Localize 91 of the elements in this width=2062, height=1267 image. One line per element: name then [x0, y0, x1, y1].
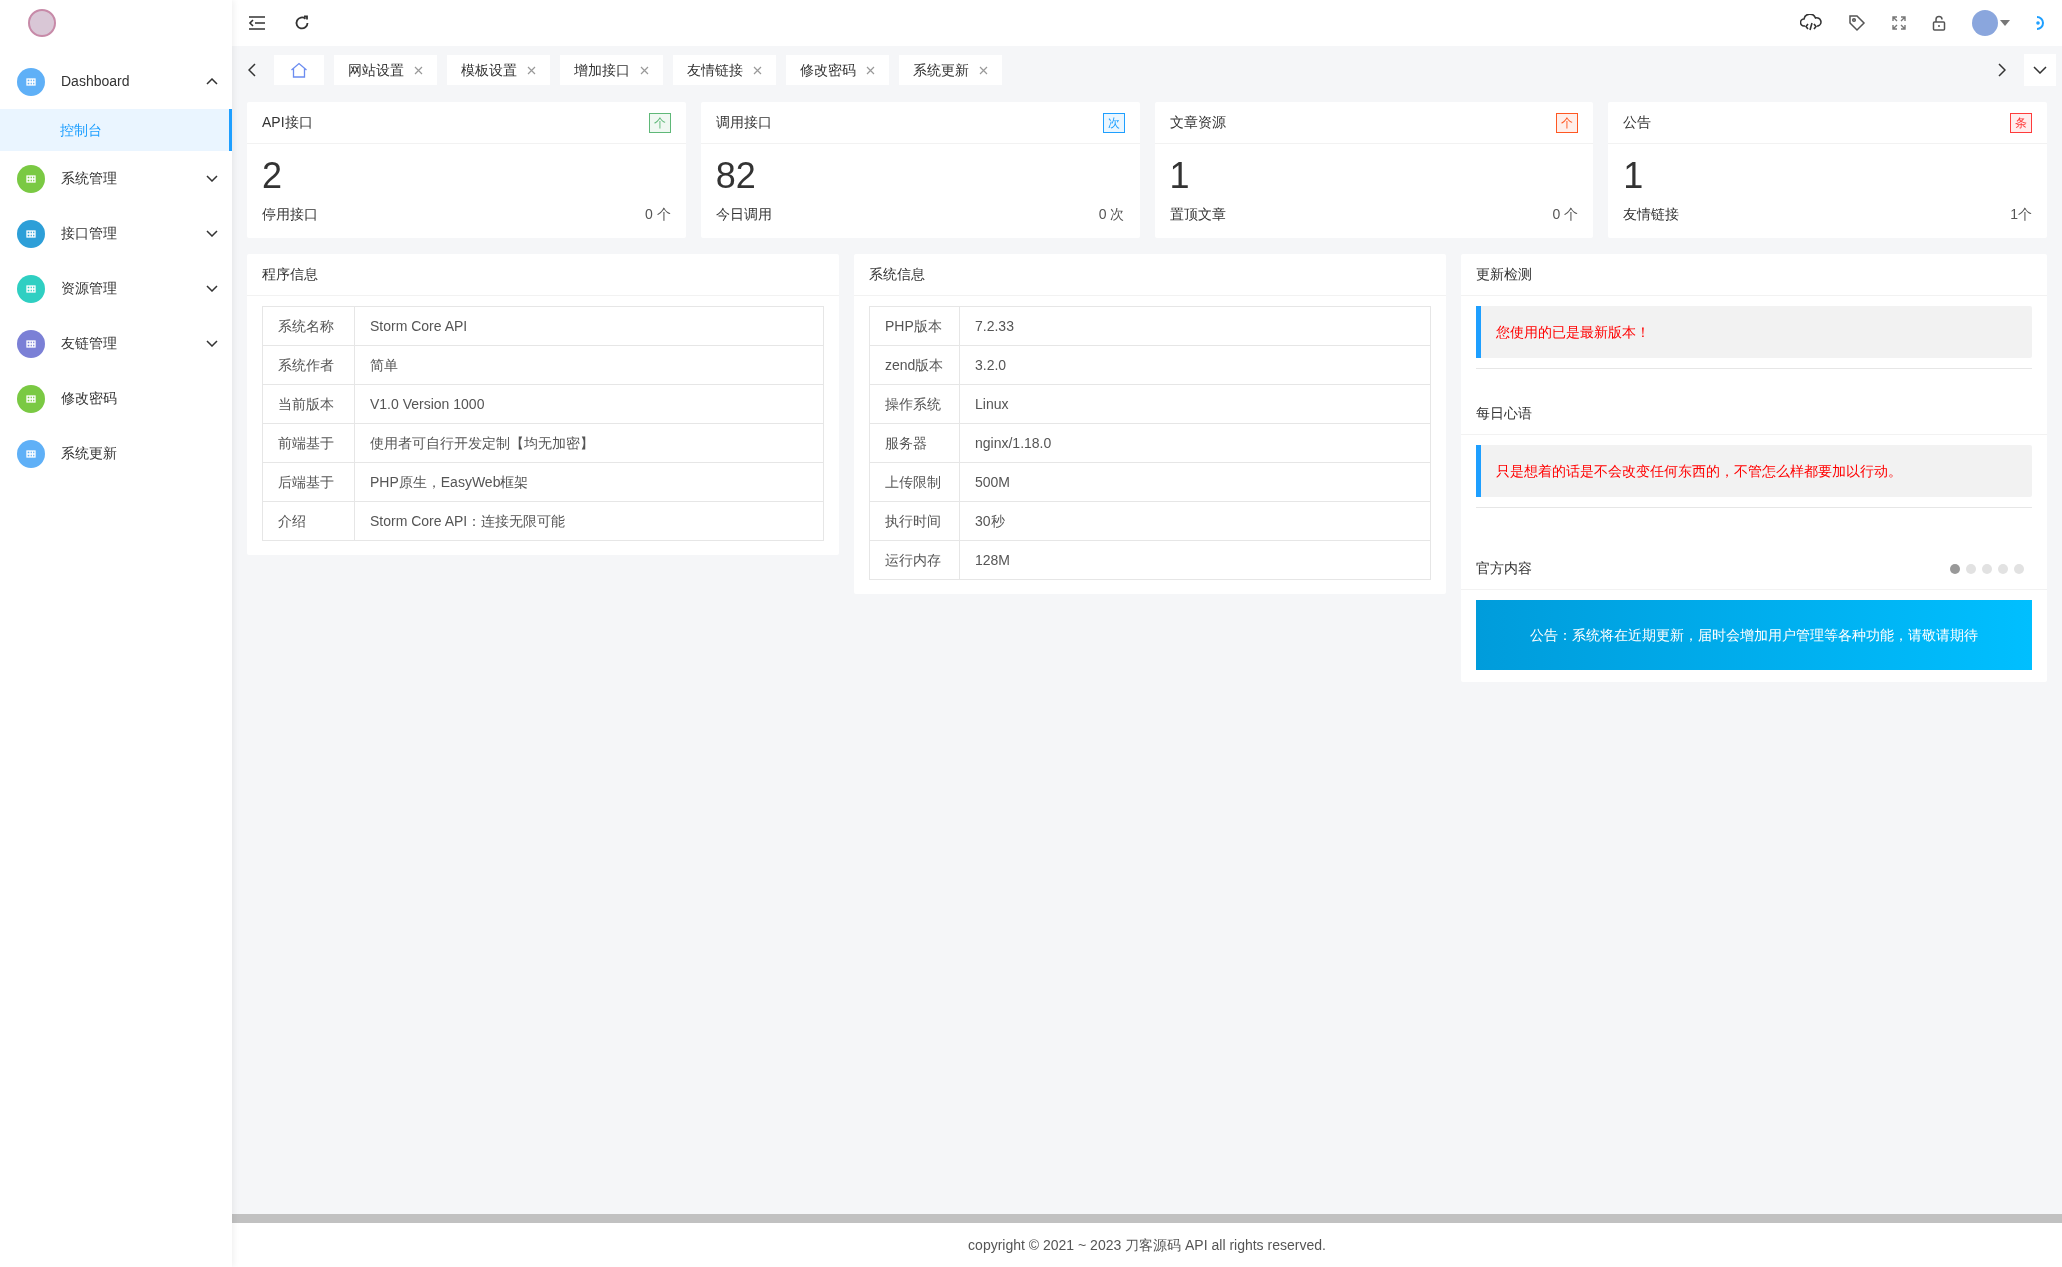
- table-cell: PHP版本: [869, 306, 960, 346]
- unit-badge: 次: [1102, 112, 1125, 133]
- table-cell: 运行内存: [869, 540, 960, 580]
- card-title: API接口: [262, 113, 313, 132]
- sidebar-item[interactable]: Dashboard: [0, 54, 232, 109]
- table-cell: 128M: [959, 540, 1431, 580]
- stat-count: 0 次: [1098, 205, 1125, 224]
- scroll-left-icon[interactable]: [248, 63, 256, 77]
- table-cell: 使用者可自行开发定制【均无加密】: [354, 423, 824, 463]
- tab[interactable]: 模板设置: [447, 55, 550, 85]
- table-cell: 系统名称: [262, 306, 355, 346]
- table-cell: 介绍: [262, 501, 355, 541]
- stat-caption: 今日调用: [715, 205, 772, 224]
- horizontal-scrollbar[interactable]: [232, 1214, 2062, 1223]
- table-cell: 简单: [354, 345, 824, 385]
- unit-badge: 个: [1556, 112, 1579, 133]
- table-cell: 执行时间: [869, 501, 960, 541]
- sidebar-item[interactable]: 修改密码: [0, 371, 232, 426]
- unit-badge: 条: [2010, 112, 2032, 133]
- card-title: 公告: [1623, 113, 1652, 132]
- stat-count: 1个: [2010, 205, 2032, 224]
- close-icon[interactable]: [979, 65, 988, 75]
- stat-value: 2: [262, 154, 284, 198]
- table-cell: 后端基于: [262, 462, 355, 502]
- stat-value: 82: [715, 154, 757, 198]
- scroll-right-icon[interactable]: [1998, 63, 2006, 77]
- notice-quote: 只是想着的话是不会改变任何东西的，不管怎么样都要加以行动。: [1476, 445, 2032, 497]
- sidebar-item[interactable]: 系统管理: [0, 151, 232, 206]
- table-cell: 500M: [959, 462, 1431, 502]
- lock-icon[interactable]: [1932, 15, 1946, 31]
- copyright-text: copyright © 2021 ~ 2023 刀客源码 API all rights reserved.: [968, 1235, 1326, 1255]
- table-cell: 前端基于: [262, 423, 355, 463]
- stat-caption: 停用接口: [262, 205, 318, 224]
- close-icon[interactable]: [414, 65, 423, 75]
- unit-badge: 个: [648, 112, 671, 133]
- chevron-down-icon: [2033, 66, 2047, 74]
- table-cell: 上传限制: [869, 462, 960, 502]
- panel-title: 每日心语: [1476, 404, 1532, 423]
- panel-title: 程序信息: [262, 265, 318, 284]
- more-icon[interactable]: [2036, 15, 2044, 31]
- menu-collapse-icon[interactable]: [248, 15, 266, 31]
- card-title: 文章资源: [1169, 113, 1226, 132]
- table-cell: zend版本: [869, 345, 960, 385]
- tab[interactable]: 友情链接: [673, 55, 776, 85]
- panel-title: 更新检测: [1476, 265, 1532, 284]
- sidebar-item[interactable]: 友链管理: [0, 316, 232, 371]
- tab[interactable]: 修改密码: [786, 55, 889, 85]
- table-cell: Linux: [959, 384, 1431, 424]
- cloud-code-icon[interactable]: [1800, 14, 1822, 32]
- table-cell: 30秒: [959, 501, 1431, 541]
- stat-caption: 置顶文章: [1169, 205, 1226, 224]
- panel-title: 官方内容: [1476, 559, 1532, 578]
- logo-avatar[interactable]: [28, 9, 56, 37]
- stat-count: 0 个: [645, 205, 671, 224]
- table-cell: 操作系统: [869, 384, 960, 424]
- caret-icon[interactable]: [2000, 20, 2010, 26]
- table-cell: nginx/1.18.0: [959, 423, 1431, 463]
- stat-caption: 友情链接: [1623, 205, 1680, 224]
- fullscreen-icon[interactable]: [1892, 16, 1906, 30]
- tag-icon[interactable]: [1848, 14, 1866, 32]
- notice-quote: 您使用的已是最新版本！: [1476, 306, 2032, 358]
- close-icon[interactable]: [866, 65, 875, 75]
- table-cell: Storm Core API: [354, 306, 824, 346]
- panel-title: 系统信息: [869, 265, 925, 284]
- table-cell: PHP原生，EasyWeb框架: [354, 462, 824, 502]
- user-avatar[interactable]: [1972, 10, 1998, 36]
- tab[interactable]: 网站设置: [334, 55, 437, 85]
- table-cell: 服务器: [869, 423, 960, 463]
- close-icon[interactable]: [753, 65, 762, 75]
- stat-value: 1: [1623, 154, 1645, 198]
- table-cell: 系统作者: [262, 345, 355, 385]
- table-cell: 3.2.0: [959, 345, 1431, 385]
- stat-value: 1: [1169, 154, 1191, 198]
- table-cell: V1.0 Version 1000: [354, 384, 824, 424]
- refresh-icon[interactable]: [294, 15, 310, 31]
- announcement-banner: 公告：系统将在近期更新，届时会增加用户管理等各种功能，请敬请期待: [1476, 600, 2032, 670]
- sidebar-item[interactable]: 系统更新: [0, 426, 232, 481]
- sidebar-item[interactable]: 资源管理: [0, 261, 232, 316]
- stat-count: 0 个: [1552, 205, 1579, 224]
- close-icon[interactable]: [527, 65, 536, 75]
- home-icon: [290, 62, 308, 78]
- table-cell: 当前版本: [262, 384, 355, 424]
- card-title: 调用接口: [715, 113, 772, 132]
- table-cell: Storm Core API：连接无限可能: [354, 501, 824, 541]
- sidebar-item[interactable]: 接口管理: [0, 206, 232, 261]
- home-tab[interactable]: [274, 55, 324, 85]
- tab-menu-button[interactable]: [2024, 54, 2056, 86]
- tab[interactable]: 增加接口: [560, 55, 663, 85]
- table-cell: 7.2.33: [959, 306, 1431, 346]
- tab[interactable]: 系统更新: [899, 55, 1002, 85]
- close-icon[interactable]: [640, 65, 649, 75]
